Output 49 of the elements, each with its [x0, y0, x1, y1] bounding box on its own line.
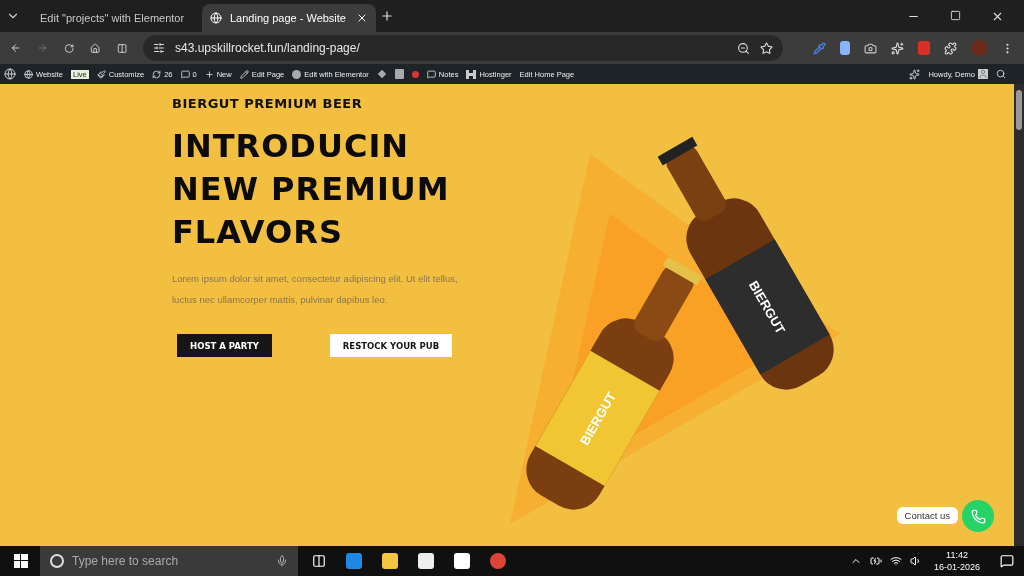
sparkle-icon[interactable] [909, 68, 921, 80]
hero-heading-line: FLAVORS [172, 212, 344, 253]
user-avatar-icon [978, 69, 988, 79]
back-icon[interactable] [10, 41, 22, 55]
phone-icon [970, 508, 986, 524]
browser-tab[interactable]: Edit "projects" with Elementor [24, 4, 198, 32]
diamond-icon[interactable] [376, 69, 387, 79]
scrollbar[interactable] [1014, 84, 1024, 546]
hero-description: Lorem ipsum dolor sit amet, consectetur adipiscing elit. Ut elit tellus, luctus nec ullamcorper mattis, pulvinar dapibus leo. [172, 272, 459, 307]
bookmark-star-icon[interactable] [760, 41, 773, 55]
home-icon[interactable] [90, 41, 101, 55]
brush-icon [96, 69, 106, 79]
browser-tab[interactable]: Landing page - Website [202, 4, 376, 32]
volume-icon[interactable] [909, 555, 922, 567]
eyebrow-text: BIERGUT PREMIUM BEER [172, 96, 364, 111]
status-dot [411, 70, 419, 78]
hero-heading-line: INTRODUCIN [172, 126, 411, 167]
taskbar-clock[interactable]: 11:42 16-01-2026 [933, 549, 980, 573]
search-icon[interactable] [996, 69, 1006, 79]
pencil-icon [239, 69, 249, 79]
camera-icon[interactable] [864, 41, 877, 55]
split-view-icon[interactable] [116, 41, 127, 55]
address-bar[interactable]: s43.upskillrocket.fun/landing-page/ [143, 35, 783, 61]
comment-icon [180, 69, 190, 79]
cta-button[interactable]: HOST A PARTY [177, 334, 272, 357]
site-icon [24, 69, 33, 79]
site-settings-icon[interactable] [153, 42, 165, 54]
globe-icon [210, 12, 222, 24]
reload-icon[interactable] [64, 41, 75, 55]
plus-icon [204, 69, 214, 79]
contact-us-label[interactable]: Contact us [896, 507, 958, 524]
hero-heading-line: NEW PREMIUM [172, 169, 451, 210]
sync-icon [152, 69, 162, 79]
new-tab-icon[interactable] [380, 9, 394, 23]
cta-button[interactable]: RESTOCK YOUR PUB [330, 334, 452, 357]
windows-start-icon[interactable] [14, 554, 28, 568]
eyedropper-icon[interactable] [813, 41, 826, 55]
restore-icon[interactable] [950, 9, 961, 21]
hostinger-logo-icon [466, 69, 477, 79]
notifications-icon[interactable] [1000, 554, 1014, 568]
wifi-icon[interactable] [889, 555, 902, 567]
extensions-icon[interactable] [944, 41, 957, 55]
microphone-icon[interactable] [276, 555, 288, 567]
close-icon[interactable] [356, 12, 368, 24]
notes-icon [426, 69, 436, 79]
taskbar-search-field[interactable]: Type here to search [40, 546, 298, 576]
task-view-icon[interactable] [312, 554, 326, 568]
zoom-icon[interactable] [737, 41, 750, 55]
wordpress-logo-icon[interactable] [4, 68, 16, 80]
